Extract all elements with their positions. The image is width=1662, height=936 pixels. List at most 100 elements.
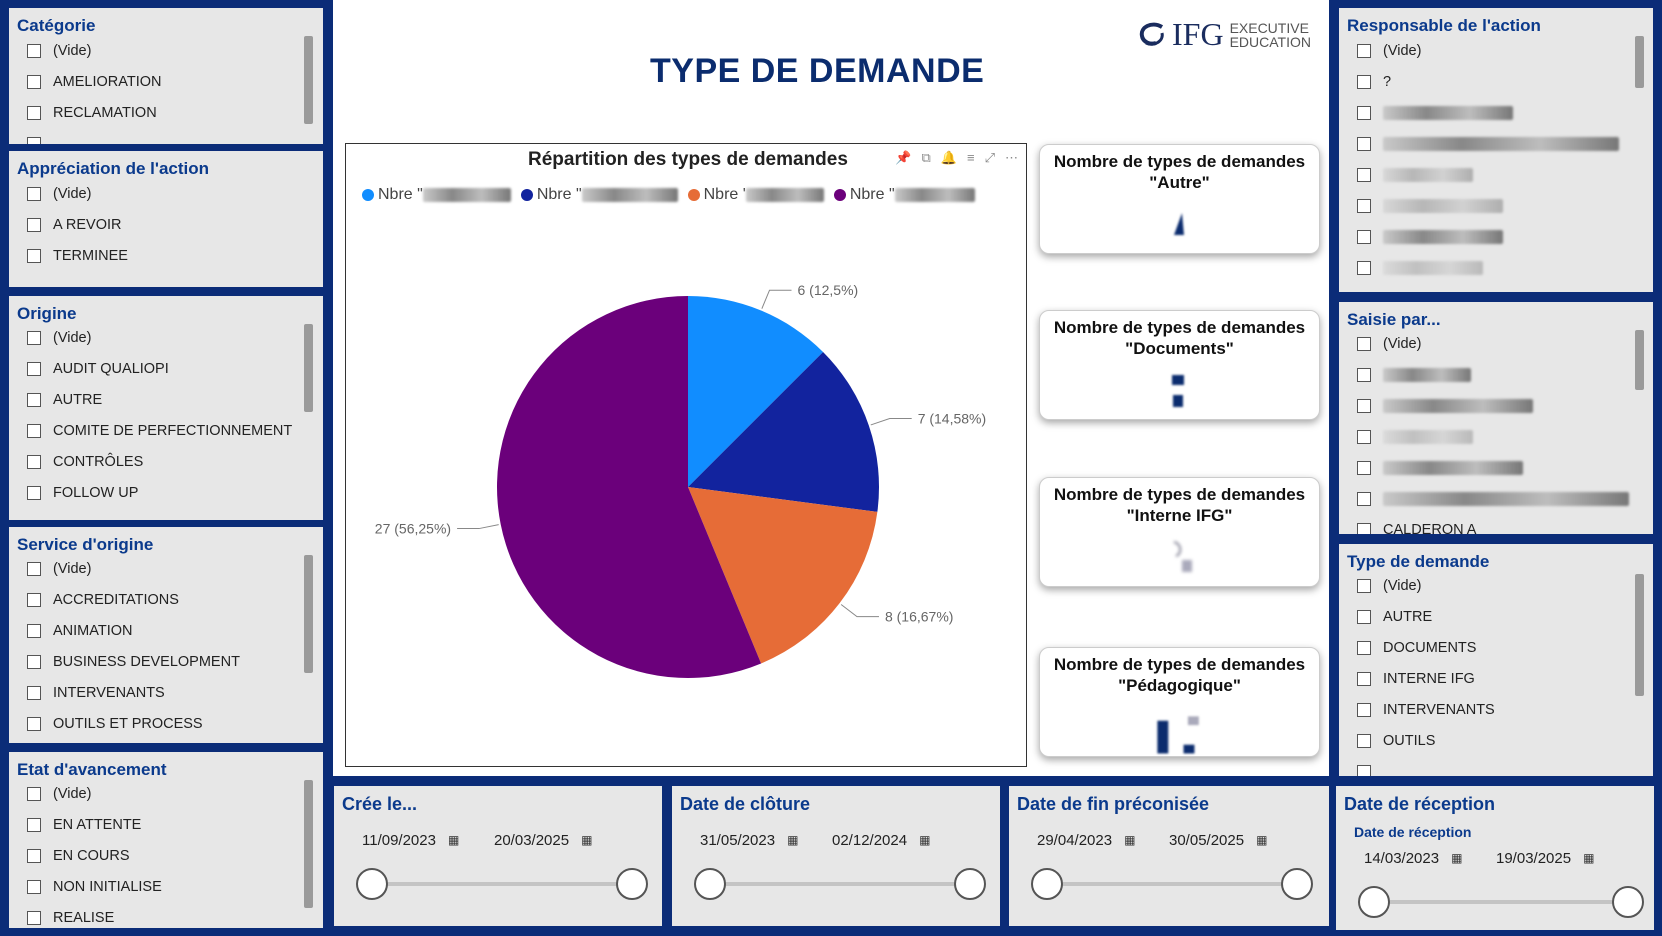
slicer-item[interactable] [1357,457,1523,479]
slicer-item[interactable]: CONTRÔLES [27,451,143,473]
checkbox[interactable] [1357,230,1371,244]
slicer-item[interactable]: (Vide) [27,327,91,349]
date-end-input[interactable]: 30/05/2025 ▦ [1159,822,1281,858]
slicer-item[interactable]: INTERVENANTS [1357,699,1495,721]
calendar-icon[interactable]: ▦ [1451,851,1462,865]
slicer-item[interactable] [1357,364,1471,386]
checkbox[interactable] [27,455,41,469]
checkbox[interactable] [1357,44,1371,58]
slicer-item[interactable]: (Vide) [27,40,91,62]
calendar-icon[interactable]: ▦ [1124,833,1135,847]
checkbox[interactable] [1357,579,1371,593]
checkbox[interactable] [1357,734,1371,748]
scrollbar[interactable] [1635,36,1644,88]
slicer-item[interactable]: TERMINEE [27,245,128,267]
slicer-item[interactable] [1357,257,1483,279]
checkbox[interactable] [27,624,41,638]
checkbox[interactable] [27,911,41,925]
checkbox[interactable] [1357,168,1371,182]
checkbox[interactable] [27,44,41,58]
checkbox[interactable] [27,393,41,407]
scrollbar[interactable] [304,36,313,124]
slicer-item[interactable]: AUTRE [27,389,102,411]
checkbox[interactable] [27,249,41,263]
kpi-card-interne-ifg[interactable]: Nombre de types de demandes "Interne IFG" [1039,477,1320,587]
slicer-item[interactable]: AUTRE [1357,606,1432,628]
slider-track[interactable] [1045,882,1299,886]
checkbox[interactable] [27,562,41,576]
slicer-item[interactable] [1357,395,1533,417]
checkbox[interactable] [1357,672,1371,686]
checkbox[interactable] [1357,75,1371,89]
slicer-item[interactable]: (Vide) [27,183,91,205]
kpi-card-autre[interactable]: Nombre de types de demandes "Autre" [1039,144,1320,254]
checkbox[interactable] [27,593,41,607]
slicer-item[interactable]: RECLAMATION [27,102,157,124]
slicer-item[interactable] [1357,133,1619,155]
slicer-item[interactable]: INTERNE IFG [1357,668,1475,690]
checkbox[interactable] [27,486,41,500]
kpi-card-documents[interactable]: Nombre de types de demandes "Documents" [1039,310,1320,420]
checkbox[interactable] [27,686,41,700]
slicer-item-partial[interactable] [1357,761,1383,776]
slicer-item[interactable]: ANIMATION [27,620,132,642]
checkbox[interactable] [1357,765,1371,776]
slicer-item[interactable]: OUTILS [1357,730,1435,752]
date-start-input[interactable]: 11/09/2023 ▦ [352,822,474,858]
checkbox[interactable] [27,655,41,669]
calendar-icon[interactable]: ▦ [919,833,930,847]
slicer-item[interactable]: NON INITIALISE [27,876,162,898]
date-end-input[interactable]: 02/12/2024 ▦ [822,822,944,858]
checkbox[interactable] [1357,399,1371,413]
checkbox[interactable] [1357,610,1371,624]
date-start-input[interactable]: 14/03/2023 ▦ [1354,840,1476,876]
checkbox[interactable] [27,849,41,863]
slicer-item[interactable]: (Vide) [1357,40,1421,62]
slider-track[interactable] [1372,900,1628,904]
slicer-item[interactable]: ACCREDITATIONS [27,589,179,611]
slicer-item[interactable] [1357,226,1503,248]
pie-chart[interactable]: 6 (12,5%) 7 (14,58%) 8 (16,67%) 27 (56,25%) [346,144,1026,766]
slicer-item[interactable]: BUSINESS DEVELOPMENT [27,651,240,673]
slider-end-handle[interactable] [1612,886,1644,918]
slicer-item[interactable] [1357,102,1513,124]
checkbox[interactable] [1357,199,1371,213]
slicer-item[interactable]: A REVOIR [27,214,122,236]
checkbox[interactable] [27,106,41,120]
checkbox[interactable] [1357,337,1371,351]
slider-start-handle[interactable] [356,868,388,900]
checkbox[interactable] [1357,461,1371,475]
checkbox[interactable] [27,187,41,201]
slider-end-handle[interactable] [1281,868,1313,900]
date-end-input[interactable]: 19/03/2025 ▦ [1486,840,1608,876]
slicer-item[interactable]: EN COURS [27,845,130,867]
slicer-item[interactable]: DOCUMENTS [1357,637,1476,659]
slicer-item[interactable]: FOLLOW UP [27,482,138,504]
slicer-item[interactable]: (Vide) [1357,333,1421,355]
slicer-item-partial[interactable]: CALDERON A [1357,519,1476,534]
slicer-item[interactable] [1357,164,1473,186]
checkbox[interactable] [27,362,41,376]
checkbox[interactable] [27,717,41,731]
slider-end-handle[interactable] [616,868,648,900]
slicer-item[interactable]: EN ATTENTE [27,814,141,836]
checkbox[interactable] [27,137,41,144]
checkbox[interactable] [1357,137,1371,151]
slicer-item[interactable]: (Vide) [27,783,91,805]
pie-chart-visual[interactable]: Répartition des types de demandes 📌 ⧉ 🔔 … [345,143,1027,767]
slider-end-handle[interactable] [954,868,986,900]
slider-start-handle[interactable] [1031,868,1063,900]
calendar-icon[interactable]: ▦ [787,833,798,847]
slider-track[interactable] [370,882,634,886]
slicer-item[interactable]: (Vide) [27,558,91,580]
checkbox[interactable] [27,787,41,801]
slicer-item[interactable]: AMELIORATION [27,71,162,93]
slicer-item-partial[interactable] [27,133,53,144]
checkbox[interactable] [1357,523,1371,534]
checkbox[interactable] [1357,368,1371,382]
scrollbar[interactable] [1635,574,1644,696]
date-start-input[interactable]: 31/05/2023 ▦ [690,822,812,858]
checkbox[interactable] [1357,492,1371,506]
slicer-item[interactable]: COMITE DE PERFECTIONNEMENT [27,420,292,442]
slicer-item[interactable]: INTERVENANTS [27,682,165,704]
